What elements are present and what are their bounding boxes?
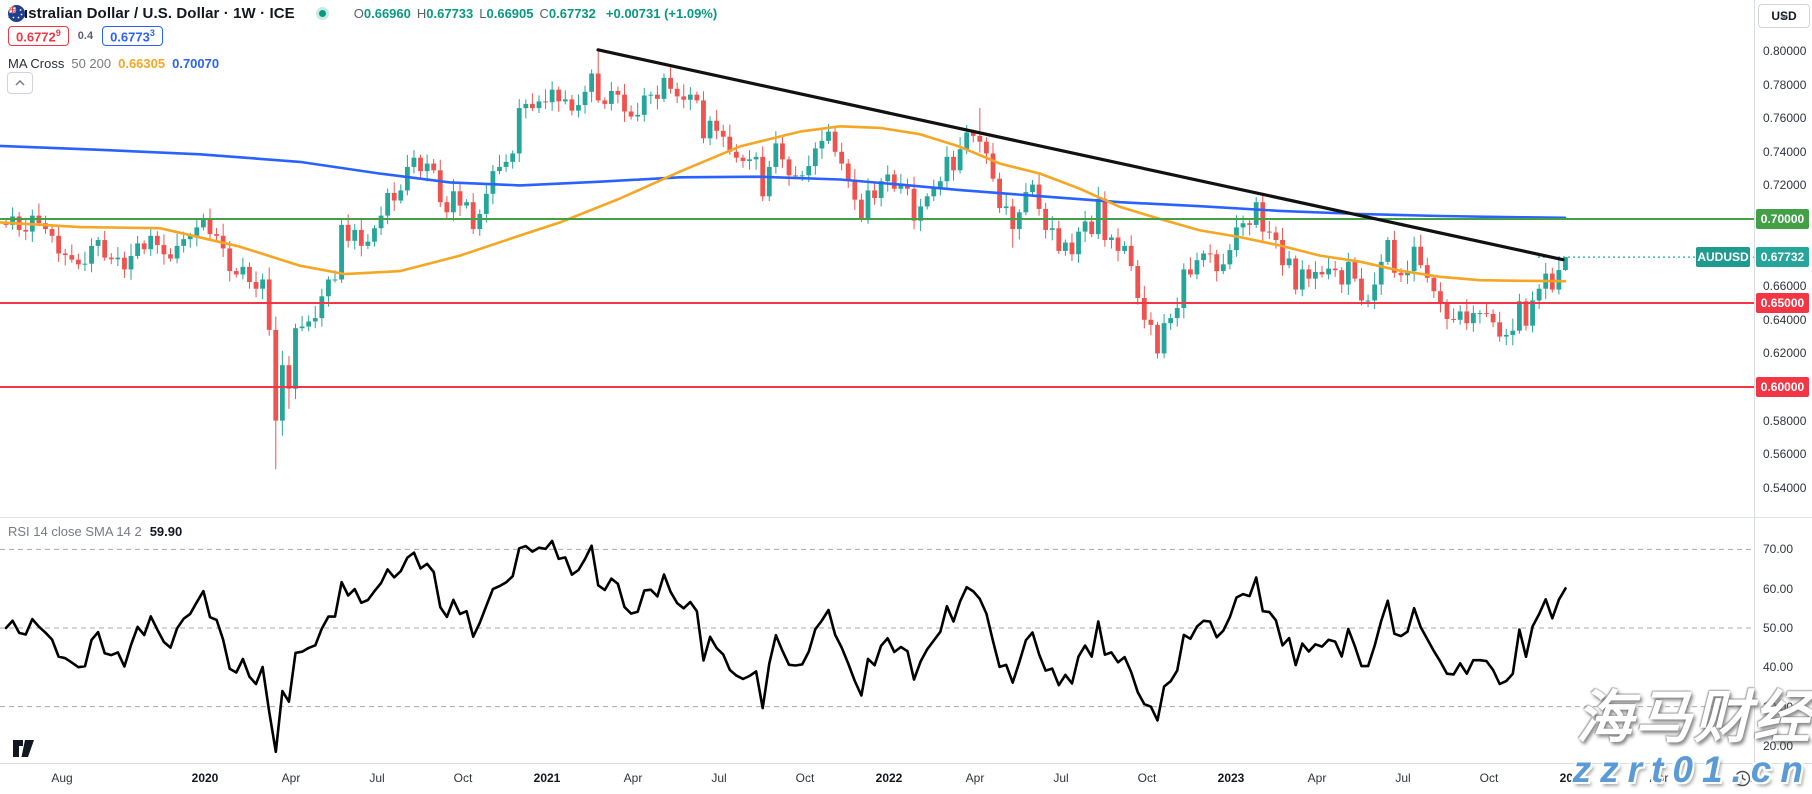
price-axis-label: 0.62000: [1763, 346, 1806, 360]
price-axis-label: 0.78000: [1763, 78, 1806, 92]
time-axis-label[interactable]: Oct: [796, 771, 815, 785]
price-axis-label: 0.72000: [1763, 178, 1806, 192]
price-tag: 0.60000: [1756, 377, 1809, 397]
rsi-value: 59.90: [150, 524, 183, 539]
time-axis-label[interactable]: Jul: [711, 771, 726, 785]
time-axis-label[interactable]: 2024: [1560, 771, 1587, 785]
symbol-price-tag: AUDUSD: [1696, 247, 1750, 267]
ma-cross-legend[interactable]: MA Cross 50 200 0.66305 0.70070: [8, 56, 219, 71]
time-axis-label[interactable]: Oct: [454, 771, 473, 785]
ma50-value: 0.66305: [118, 56, 165, 71]
australia-flag-icon: [8, 5, 25, 22]
time-axis-label[interactable]: Jul: [1053, 771, 1068, 785]
price-axis-label: 0.64000: [1763, 313, 1806, 327]
price-chart-canvas[interactable]: [0, 0, 1754, 517]
change-value: +0.00731 (+1.09%): [606, 6, 717, 21]
rsi-axis-label: 70.00: [1763, 542, 1793, 556]
price-axis-label: 0.76000: [1763, 111, 1806, 125]
rsi-indicator-legend[interactable]: RSI 14 close SMA 14 2 59.90: [8, 524, 182, 539]
chevron-up-icon: [15, 80, 25, 86]
rsi-axis-label: 40.00: [1763, 660, 1793, 674]
candles: [4, 50, 1568, 469]
currency-selector[interactable]: USD: [1758, 4, 1810, 28]
pane-separator[interactable]: [0, 517, 1812, 518]
market-status-dot[interactable]: [316, 7, 329, 20]
rsi-line: [6, 541, 1566, 752]
symbol-title[interactable]: Australian Dollar / U.S. Dollar · 1W · I…: [8, 5, 295, 22]
time-axis-label[interactable]: Apr: [966, 771, 985, 785]
time-axis-label[interactable]: Oct: [1138, 771, 1157, 785]
price-tag: 0.65000: [1756, 293, 1809, 313]
tradingview-logo-icon[interactable]: [13, 740, 39, 757]
open-value: 0.66960: [364, 6, 411, 21]
price-axis-label: 0.66000: [1763, 279, 1806, 293]
price-axis-border: [1754, 0, 1755, 763]
ma200-value: 0.70070: [172, 56, 219, 71]
ma-cross-label: MA Cross: [8, 56, 64, 71]
quote-panel: 0.67729 0.4 0.67733: [8, 26, 163, 46]
low-value: 0.66905: [487, 6, 534, 21]
rsi-label: RSI 14 close SMA 14 2: [8, 524, 142, 539]
rsi-axis-label: 60.00: [1763, 582, 1793, 596]
rsi-axis-label: 30.00: [1763, 700, 1793, 714]
symbol-header: Australian Dollar / U.S. Dollar · 1W · I…: [8, 5, 717, 22]
time-axis-label[interactable]: Apr: [282, 771, 301, 785]
rsi-chart-canvas[interactable]: [0, 518, 1754, 763]
time-axis-label[interactable]: Apr: [1650, 771, 1669, 785]
close-value: 0.67732: [549, 6, 596, 21]
price-axis-label: 0.54000: [1763, 481, 1806, 495]
buy-price-button[interactable]: 0.67733: [102, 26, 163, 46]
time-axis-border: [0, 763, 1812, 764]
time-axis-label[interactable]: 2020: [192, 771, 219, 785]
price-tag: 0.67732: [1756, 247, 1809, 267]
collapse-legend-button[interactable]: [7, 72, 33, 94]
chevron-down-icon: [1780, 14, 1788, 19]
price-axis-label: 0.80000: [1763, 44, 1806, 58]
timezone-clock-icon[interactable]: [1734, 770, 1751, 787]
rsi-axis-label: 20.00: [1763, 739, 1793, 753]
rsi-axis-label: 50.00: [1763, 621, 1793, 635]
price-axis-label: 0.56000: [1763, 447, 1806, 461]
trading-chart-app: { "header": { "symbol_title": "Australia…: [0, 0, 1812, 794]
time-axis-label[interactable]: Jul: [369, 771, 384, 785]
time-axis-label[interactable]: Oct: [1480, 771, 1499, 785]
ma-cross-params: 50 200: [71, 56, 111, 71]
spread-value: 0.4: [78, 30, 93, 42]
time-axis-label[interactable]: 2022: [876, 771, 903, 785]
time-axis-label[interactable]: Aug: [51, 771, 72, 785]
sell-price-button[interactable]: 0.67729: [8, 26, 69, 46]
time-axis-label[interactable]: Apr: [624, 771, 643, 785]
time-axis-label[interactable]: 2021: [534, 771, 561, 785]
ohlc-values: O0.66960 H0.67733 L0.66905 C0.67732 +0.0…: [354, 6, 717, 21]
price-axis-label: 0.74000: [1763, 145, 1806, 159]
high-value: 0.67733: [426, 6, 473, 21]
time-axis-label[interactable]: 2023: [1218, 771, 1245, 785]
time-axis-label[interactable]: Jul: [1395, 771, 1410, 785]
price-tag: 0.70000: [1756, 209, 1809, 229]
time-axis-label[interactable]: Apr: [1308, 771, 1327, 785]
price-axis-label: 0.58000: [1763, 414, 1806, 428]
